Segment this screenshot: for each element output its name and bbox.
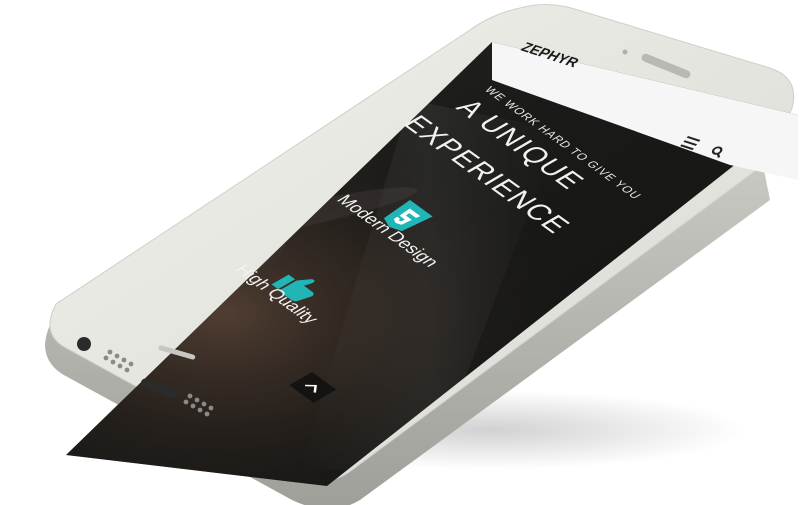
headphone-jack [77, 337, 91, 351]
front-camera [622, 49, 628, 55]
phone-mockup: ZEPHYR WE WORK HARD TO GIVE YOU A UNIQUE… [45, 4, 798, 505]
mockup-stage: ZEPHYR WE WORK HARD TO GIVE YOU A UNIQUE… [0, 0, 800, 505]
